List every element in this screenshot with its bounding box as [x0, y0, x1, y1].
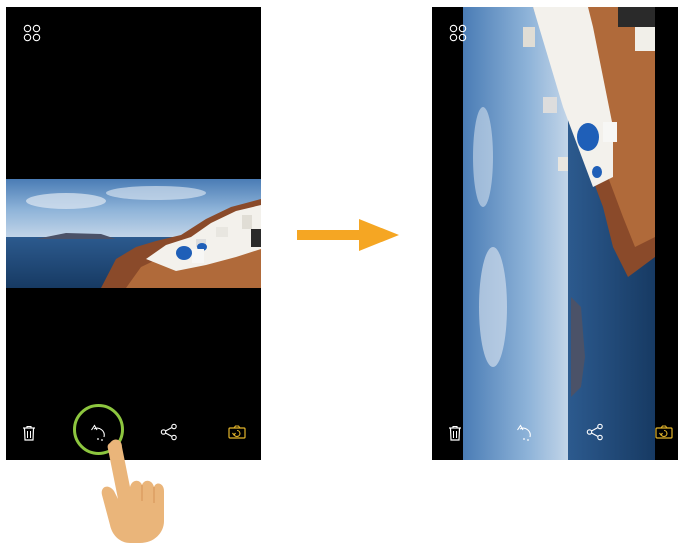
auto-rotate-icon[interactable] — [228, 425, 246, 439]
trash-icon[interactable] — [448, 425, 462, 441]
right-arrow-icon — [297, 219, 399, 251]
grid-dots-icon[interactable] — [23, 24, 41, 42]
pointing-hand-icon — [101, 439, 164, 543]
share-icon[interactable] — [586, 423, 604, 441]
left-phone-screen — [6, 7, 261, 460]
right-phone-screen — [432, 7, 678, 460]
trash-icon[interactable] — [22, 425, 36, 441]
rotate-icon[interactable] — [516, 423, 534, 443]
grid-dots-icon[interactable] — [449, 24, 467, 42]
auto-rotate-icon[interactable] — [655, 425, 673, 439]
photo-rotated — [463, 7, 655, 460]
photo-landscape — [6, 179, 261, 288]
